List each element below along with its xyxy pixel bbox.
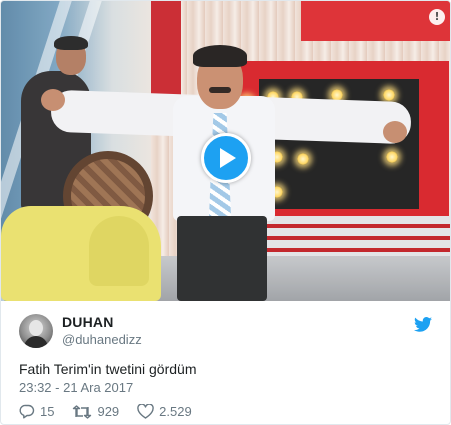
video-thumbnail[interactable]: ! — [1, 1, 450, 301]
tweet-card: ! DUHAN @duhanedizz Fatih Terim'in tweti… — [0, 0, 451, 425]
author-names: DUHAN @duhanedizz — [62, 314, 142, 348]
user-handle[interactable]: @duhanedizz — [62, 332, 142, 348]
play-button[interactable] — [201, 133, 251, 183]
info-icon[interactable]: ! — [429, 9, 445, 25]
tweet-actions: 15 929 2.529 — [19, 404, 210, 419]
display-name[interactable]: DUHAN — [62, 314, 142, 332]
avatar[interactable] — [19, 314, 53, 348]
twitter-bird-icon[interactable] — [414, 317, 432, 332]
heart-icon — [137, 404, 154, 419]
retweet-button[interactable]: 929 — [72, 404, 119, 419]
tweet-timestamp[interactable]: 23:32 - 21 Ara 2017 — [19, 380, 133, 395]
retweet-count: 929 — [97, 404, 120, 419]
reply-button[interactable]: 15 — [19, 404, 54, 419]
tweet-author[interactable]: DUHAN @duhanedizz — [19, 313, 142, 349]
play-icon — [220, 148, 236, 168]
tweet-text: Fatih Terim'in twetini gördüm — [19, 361, 197, 377]
reply-icon — [19, 404, 35, 419]
like-button[interactable]: 2.529 — [137, 404, 192, 419]
like-count: 2.529 — [159, 404, 192, 419]
retweet-icon — [73, 404, 92, 419]
reply-count: 15 — [40, 404, 55, 419]
